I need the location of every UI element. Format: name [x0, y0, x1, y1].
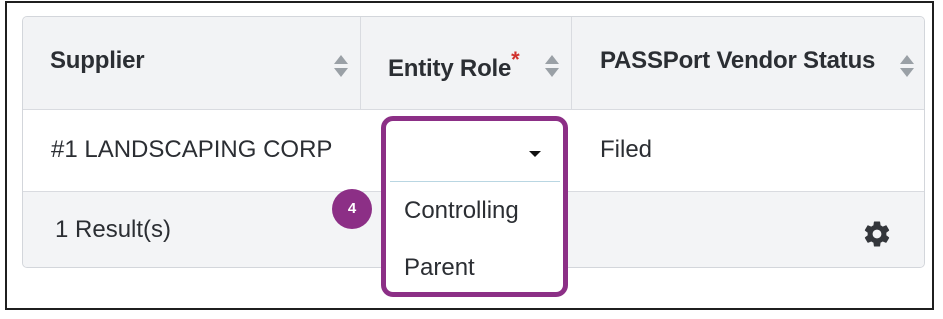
sort-icon[interactable] [544, 53, 560, 79]
result-count: 1 Result(s) [55, 216, 172, 243]
column-header-label: Entity Role [388, 55, 512, 82]
column-divider[interactable] [571, 17, 572, 110]
sort-icon[interactable] [899, 53, 915, 79]
required-marker: * [511, 47, 520, 72]
column-header-supplier[interactable]: Supplier [50, 47, 145, 75]
column-divider[interactable] [360, 17, 361, 110]
table-header-row: Supplier Entity Role* PASSPort Vendor St… [23, 17, 924, 110]
sort-icon[interactable] [333, 53, 349, 79]
entity-role-select[interactable] [390, 124, 560, 182]
vendor-status-cell: Filed [600, 136, 653, 163]
dropdown-option-parent[interactable]: Parent [404, 254, 475, 282]
column-header-entity-role[interactable]: Entity Role* [388, 47, 520, 83]
entity-role-dropdown-highlight: Controlling Parent [381, 116, 568, 297]
step-number-badge: 4 [332, 189, 372, 229]
gear-icon[interactable] [862, 219, 892, 249]
column-header-vendor-status[interactable]: PASSPort Vendor Status [600, 47, 875, 75]
supplier-cell: #1 LANDSCAPING CORP [51, 136, 333, 163]
dropdown-option-controlling[interactable]: Controlling [404, 197, 519, 225]
caret-down-icon[interactable] [529, 151, 541, 157]
